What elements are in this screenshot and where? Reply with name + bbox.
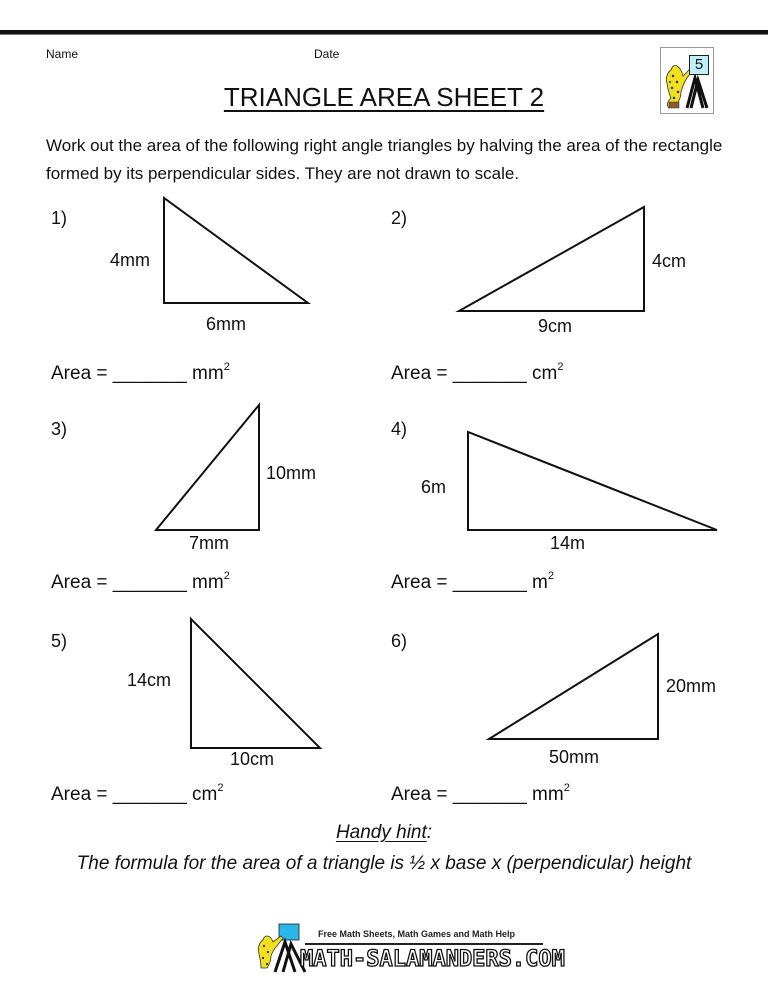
base-label: 9cm: [538, 316, 573, 336]
question-number: 4): [391, 419, 408, 439]
question-number: 1): [51, 208, 68, 228]
height-label: 20mm: [666, 676, 717, 696]
triangle-2: [455, 205, 645, 312]
hint-title: Handy hint:: [335, 822, 433, 843]
area-answer-line[interactable]: Area = _______ mm2: [51, 361, 230, 385]
height-label: 4cm: [652, 251, 687, 271]
area-answer-line[interactable]: Area = _______ cm2: [51, 782, 224, 806]
grade-badge: 5: [689, 55, 709, 75]
question-number: 3): [51, 419, 68, 439]
base-label: 7mm: [189, 533, 229, 553]
footer-tagline: Free Math Sheets, Math Games and Math He…: [318, 929, 516, 939]
base-label: 6mm: [206, 314, 246, 334]
footer-rule: [305, 943, 543, 945]
question-number: 2): [391, 208, 408, 228]
area-answer-line[interactable]: Area = _______ m2: [391, 570, 554, 594]
base-label: 10cm: [230, 749, 275, 769]
area-answer-line[interactable]: Area = _______ mm2: [391, 782, 570, 806]
base-label: 50mm: [549, 747, 600, 767]
height-label: 6m: [421, 477, 447, 497]
hint-text: The formula for the area of a triangle i…: [76, 853, 692, 874]
instructions: Work out the area of the following right…: [46, 136, 723, 183]
area-answer-line[interactable]: Area = _______ mm2: [51, 570, 230, 594]
question-number: 5): [51, 631, 68, 651]
height-label: 10mm: [266, 463, 317, 483]
height-label: 14cm: [127, 670, 172, 690]
triangle-5: [190, 616, 323, 749]
top-rule: [0, 30, 768, 35]
date-label: Date: [314, 47, 340, 61]
name-label: Name: [46, 47, 79, 61]
height-label: 4mm: [110, 250, 150, 270]
question-number: 6): [391, 631, 408, 651]
page-title: TRIANGLE AREA SHEET 2: [223, 82, 545, 112]
footer-site-name[interactable]: MATH-SALAMANDERS.COM: [299, 946, 565, 972]
triangle-4: [467, 430, 718, 531]
base-label: 14m: [550, 533, 586, 553]
triangle-3: [153, 402, 260, 531]
area-answer-line[interactable]: Area = _______ cm2: [391, 361, 564, 385]
triangle-1: [163, 196, 312, 304]
triangle-6: [485, 632, 659, 740]
